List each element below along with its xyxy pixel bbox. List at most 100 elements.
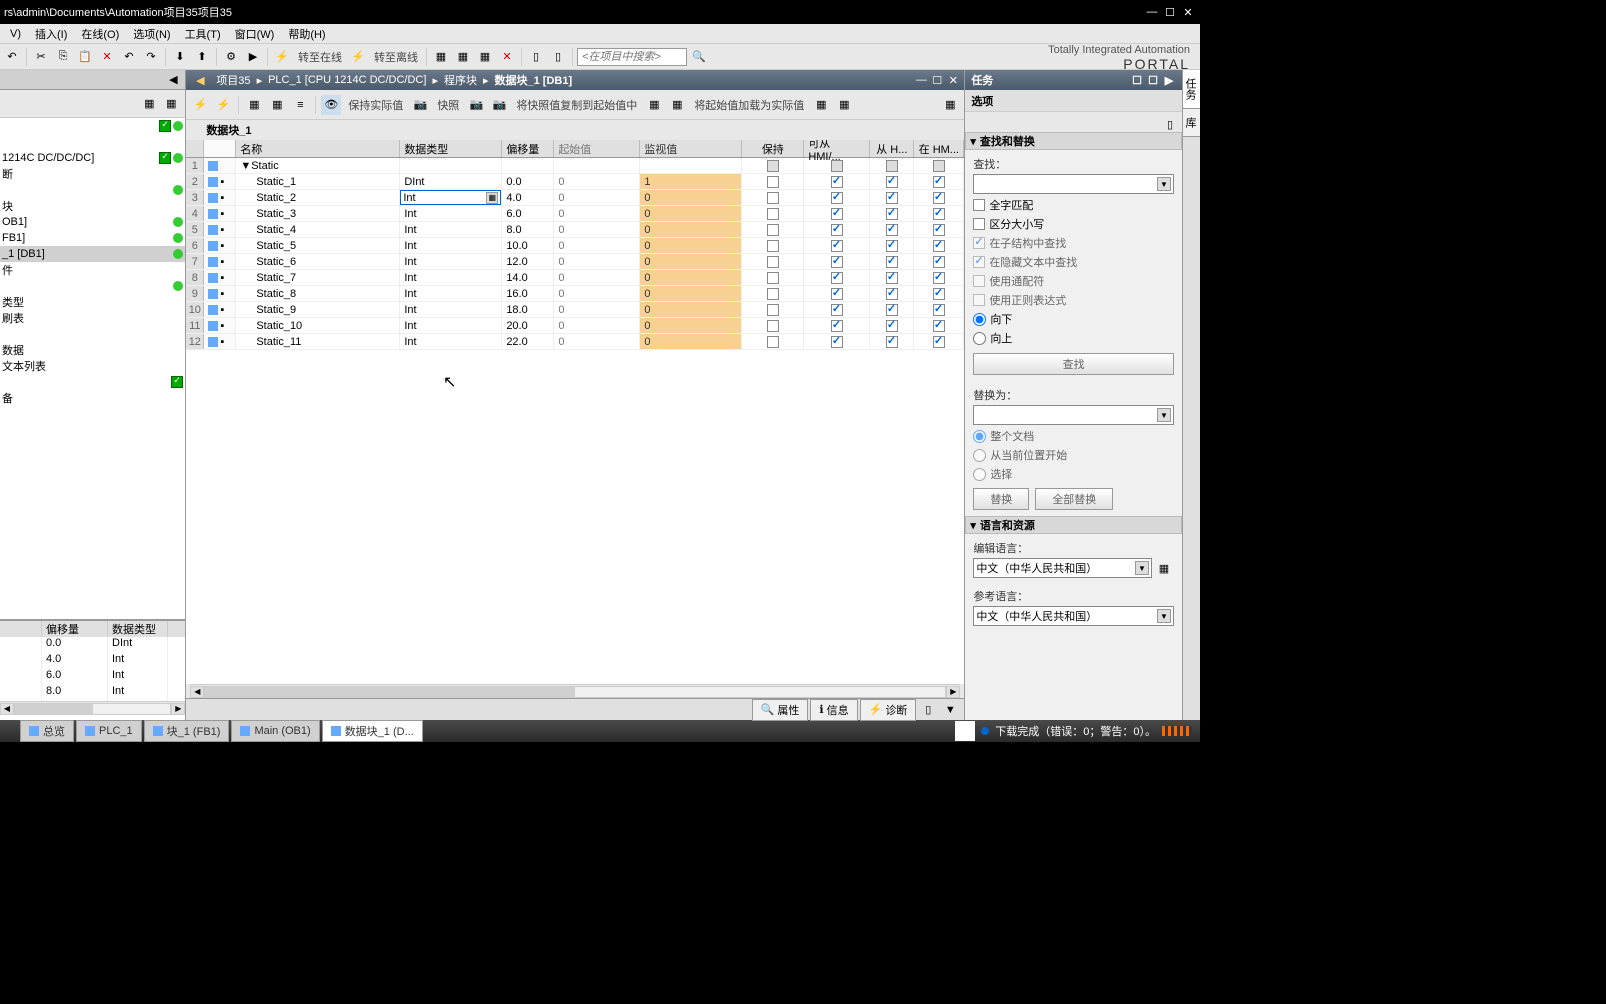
menu-window[interactable]: 窗口(W) [229, 24, 281, 44]
hdr-start[interactable]: 起始值 [554, 140, 640, 157]
left-collapse-icon[interactable]: ◀ [163, 70, 183, 90]
db-row[interactable]: 8 ▪ Static_7 Int 14.0 0 0 [186, 270, 964, 286]
tree-row[interactable]: 断 [0, 166, 185, 182]
menu-v[interactable]: V) [4, 26, 27, 42]
copy-icon[interactable]: ⎘ [53, 47, 73, 67]
et-icon-4[interactable]: ▦ [267, 95, 287, 115]
side-tab-tasks[interactable]: 任务 [1183, 70, 1200, 109]
find-input[interactable]: ▼ [973, 174, 1174, 194]
scrollbar-h[interactable] [14, 703, 171, 715]
hmi3-checkbox[interactable] [933, 192, 945, 204]
tree-tb1-icon[interactable]: ▦ [139, 94, 159, 114]
paste-icon[interactable]: 📋 [75, 47, 95, 67]
find-button[interactable]: 查找 [973, 353, 1174, 375]
et-monitor-icon[interactable]: 👁 [321, 95, 341, 115]
hmi3-checkbox[interactable] [933, 256, 945, 268]
hmi2-checkbox[interactable] [886, 176, 898, 188]
editor-scroll-right-icon[interactable]: ▶ [946, 686, 960, 698]
tab-max-icon[interactable]: ☐ [930, 73, 944, 87]
tab-min-icon[interactable]: — [914, 73, 928, 87]
hdr-hmi3[interactable]: 在 HM... [914, 140, 964, 157]
keep-checkbox[interactable] [767, 208, 779, 220]
hdr-type[interactable]: 数据类型 [400, 140, 502, 157]
go-offline-icon[interactable]: ⚡ [348, 47, 368, 67]
hmi1-checkbox[interactable] [831, 240, 843, 252]
bc-1[interactable]: PLC_1 [CPU 1214C DC/DC/DC] [268, 74, 426, 86]
db-row[interactable]: 6 ▪ Static_5 Int 10.0 0 0 [186, 238, 964, 254]
hmi1-checkbox[interactable] [831, 320, 843, 332]
statusbar-tab[interactable]: 数据块_1 (D... [322, 720, 423, 742]
opt-icon[interactable]: ▯ [1160, 114, 1180, 134]
tree-row[interactable]: 数据 [0, 342, 185, 358]
bc-2[interactable]: 程序块 [444, 72, 477, 88]
search-input[interactable] [577, 48, 687, 66]
hmi1-checkbox[interactable] [831, 192, 843, 204]
undo-icon[interactable]: ↶ [2, 47, 22, 67]
tree-row[interactable] [0, 278, 185, 294]
db-row[interactable]: 2 ▪ Static_1 DInt 0.0 0 1 [186, 174, 964, 190]
replace-input[interactable]: ▼ [973, 405, 1174, 425]
side-tab-lib[interactable]: 库 [1183, 109, 1200, 137]
keep-checkbox[interactable] [767, 304, 779, 316]
project-tree[interactable]: 1214C DC/DC/DC]断块OB1]FB1]_1 [DB1]件类型刷表数据… [0, 118, 185, 620]
hdr-name[interactable]: 名称 [236, 140, 400, 157]
replace-all-button[interactable]: 全部替换 [1035, 488, 1113, 510]
tree-row[interactable]: 1214C DC/DC/DC] [0, 150, 185, 166]
tb-icon-2[interactable]: ▦ [453, 47, 473, 67]
keep-checkbox[interactable] [767, 224, 779, 236]
task-col2-icon[interactable]: ☐ [1146, 73, 1160, 87]
db-row[interactable]: 4 ▪ Static_3 Int 6.0 0 0 [186, 206, 964, 222]
keep-checkbox[interactable] [767, 336, 779, 348]
tree-row[interactable]: 备 [0, 390, 185, 406]
tree-row[interactable]: 块 [0, 198, 185, 214]
statusbar-tab[interactable]: PLC_1 [76, 720, 142, 742]
tree-tb2-icon[interactable]: ▦ [161, 94, 181, 114]
tree-row[interactable]: FB1] [0, 230, 185, 246]
hmi3-checkbox[interactable] [933, 320, 945, 332]
bc-0[interactable]: 项目35 [216, 72, 250, 88]
maximize-button[interactable]: ☐ [1162, 5, 1178, 19]
hmi3-checkbox[interactable] [933, 176, 945, 188]
tree-row[interactable] [0, 118, 185, 134]
ref-lang-select[interactable]: 中文（中华人民共和国）▼ [973, 606, 1174, 626]
info-collapse-icon[interactable]: ▼ [940, 700, 960, 720]
keep-checkbox[interactable] [767, 240, 779, 252]
hdr-hmi1[interactable]: 可从 HMI/... [804, 140, 870, 157]
edit-lang-select[interactable]: 中文（中华人民共和国）▼ [973, 558, 1152, 578]
db-table[interactable]: 名称 数据类型 偏移量 起始值 监视值 保持 可从 HMI/... 从 H...… [186, 140, 964, 684]
detail-row[interactable]: 4.0Int [0, 653, 185, 669]
hmi3-checkbox[interactable] [933, 272, 945, 284]
db-row[interactable]: 7 ▪ Static_6 Int 12.0 0 0 [186, 254, 964, 270]
undo2-icon[interactable]: ↶ [119, 47, 139, 67]
go-online-button[interactable]: 转至在线 [294, 49, 346, 65]
hdr-monitor[interactable]: 监视值 [640, 140, 742, 157]
tab-diagnostics[interactable]: ⚡诊断 [860, 699, 917, 721]
et-icon-10[interactable]: ▦ [667, 95, 687, 115]
copy-snapshot-button[interactable]: 将快照值复制到起始值中 [512, 97, 641, 113]
keep-checkbox[interactable] [767, 176, 779, 188]
tab-close-icon[interactable]: ✕ [946, 73, 960, 87]
download-icon[interactable]: ⬇ [170, 47, 190, 67]
et-icon-7[interactable]: 📷 [466, 95, 486, 115]
detail-row[interactable]: 0.0DInt [0, 637, 185, 653]
et-icon-12[interactable]: ▦ [834, 95, 854, 115]
task-collapse-icon[interactable]: ▶ [1162, 73, 1176, 87]
editor-scrollbar-h[interactable] [204, 686, 946, 698]
menu-tools[interactable]: 工具(T) [179, 24, 227, 44]
tree-row[interactable] [0, 182, 185, 198]
db-row[interactable]: 5 ▪ Static_4 Int 8.0 0 0 [186, 222, 964, 238]
hmi3-checkbox[interactable] [933, 224, 945, 236]
hmi2-checkbox[interactable] [886, 288, 898, 300]
tab-properties[interactable]: 🔍属性 [752, 699, 809, 721]
scroll-right-icon[interactable]: ▶ [171, 703, 185, 715]
hmi2-checkbox[interactable] [886, 224, 898, 236]
chk-sub[interactable] [973, 237, 985, 249]
snapshot-button[interactable]: 快照 [433, 97, 463, 113]
minimize-button[interactable]: — [1144, 5, 1160, 19]
tab-info[interactable]: ℹ信息 [810, 699, 857, 721]
db-row[interactable]: 3 ▪ Static_2 Int▦ 4.0 0 0 [186, 190, 964, 206]
et-icon-11[interactable]: ▦ [811, 95, 831, 115]
hmi2-checkbox[interactable] [886, 240, 898, 252]
hmi2-checkbox[interactable] [886, 336, 898, 348]
db-row[interactable]: 12 ▪ Static_11 Int 22.0 0 0 [186, 334, 964, 350]
